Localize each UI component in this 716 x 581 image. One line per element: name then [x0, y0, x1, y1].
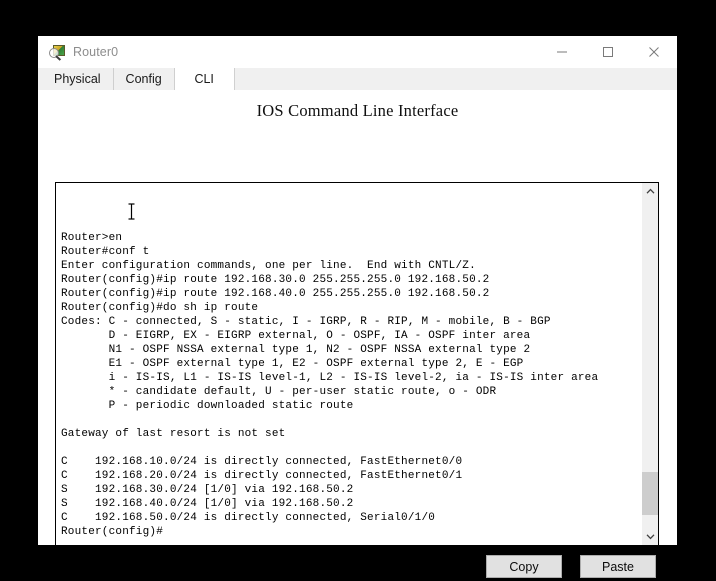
scroll-down-button[interactable]	[642, 528, 658, 545]
minimize-button[interactable]	[539, 36, 585, 68]
copy-button[interactable]: Copy	[486, 555, 562, 578]
maximize-icon	[603, 47, 613, 57]
tab-config[interactable]: Config	[113, 68, 175, 90]
terminal-output-area[interactable]: Router>en Router#conf t Enter configurat…	[56, 183, 641, 545]
terminal-scrollbar[interactable]	[641, 183, 658, 545]
panel-title: IOS Command Line Interface	[256, 101, 459, 120]
scrollbar-track[interactable]	[642, 200, 658, 528]
paste-button[interactable]: Paste	[580, 555, 656, 578]
minimize-icon	[557, 51, 567, 53]
tab-strip-filler	[234, 68, 677, 90]
window-title: Router0	[73, 45, 119, 59]
desktop-background: Router0 Physical Config CLI IOS Command …	[0, 0, 716, 581]
window-title-bar[interactable]: Router0	[38, 36, 677, 68]
cli-panel: IOS Command Line Interface Router>en Rou…	[38, 91, 677, 578]
packet-tracer-device-icon	[49, 44, 66, 61]
maximize-button[interactable]	[585, 36, 631, 68]
window-controls	[539, 36, 677, 68]
terminal-text: Router>en Router#conf t Enter configurat…	[61, 232, 599, 538]
action-button-row: Copy Paste	[486, 555, 656, 578]
router0-window: Router0 Physical Config CLI IOS Command …	[38, 36, 677, 578]
scrollbar-thumb[interactable]	[642, 472, 658, 515]
scroll-up-button[interactable]	[642, 183, 658, 200]
terminal-container: Router>en Router#conf t Enter configurat…	[55, 182, 659, 546]
chevron-up-icon	[646, 188, 654, 194]
title-bar-left-group: Router0	[38, 44, 118, 61]
chevron-down-icon	[646, 534, 654, 540]
close-icon	[649, 47, 659, 57]
close-button[interactable]	[631, 36, 677, 68]
tab-strip: Physical Config CLI	[38, 68, 677, 91]
tab-physical[interactable]: Physical	[42, 68, 114, 90]
tab-cli[interactable]: CLI	[174, 68, 235, 90]
